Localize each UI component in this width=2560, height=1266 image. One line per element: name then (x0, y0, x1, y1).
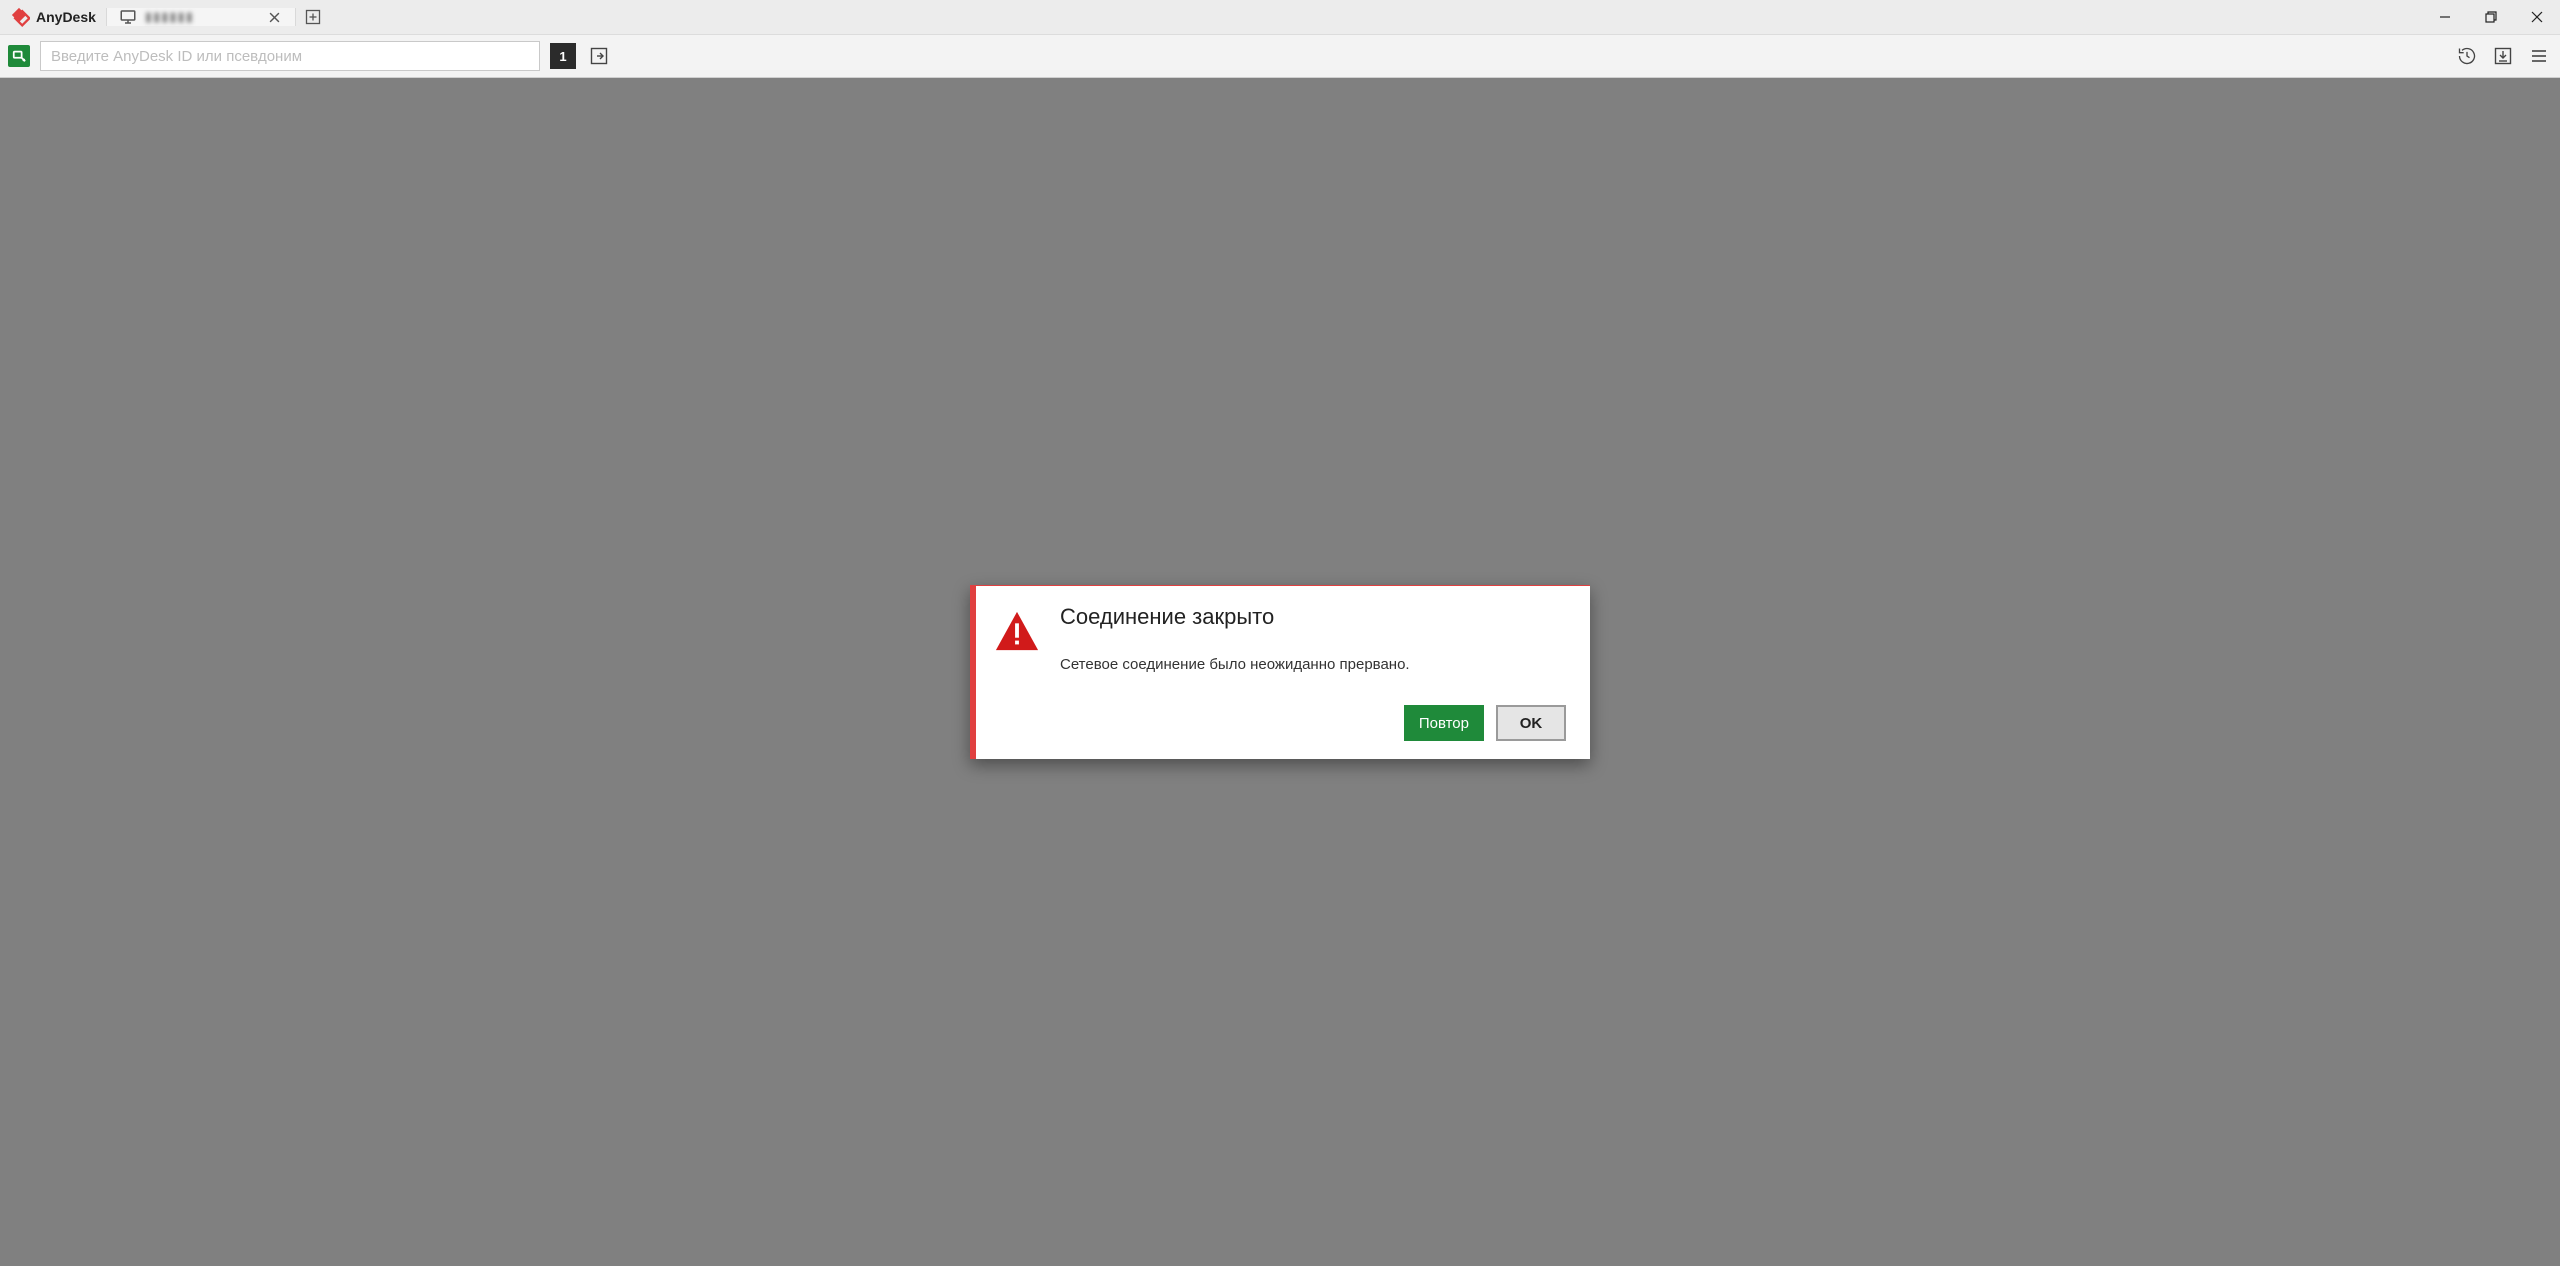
monitor-icon (119, 8, 137, 26)
session-count-badge[interactable]: 1 (550, 43, 576, 69)
ok-button[interactable]: OK (1496, 705, 1566, 741)
retry-button[interactable]: Повтор (1404, 705, 1484, 741)
dialog-title: Соединение закрыто (1060, 604, 1566, 630)
app-logo[interactable]: AnyDesk (0, 6, 106, 28)
dialog-message: Сетевое соединение было неожиданно прерв… (1060, 656, 1566, 673)
connection-status-icon[interactable] (8, 45, 30, 67)
title-bar-left: AnyDesk ▮▮▮▮▮▮ (0, 0, 330, 34)
connect-icon[interactable] (586, 43, 612, 69)
title-bar-drag-region[interactable] (330, 0, 2422, 34)
tab-close-button[interactable] (267, 9, 283, 25)
window-minimize-button[interactable] (2422, 0, 2468, 34)
warning-triangle-icon (994, 604, 1040, 659)
session-tab-label: ▮▮▮▮▮▮ (145, 9, 194, 25)
hamburger-menu-icon[interactable] (2526, 43, 2552, 69)
session-tab[interactable]: ▮▮▮▮▮▮ (106, 8, 296, 26)
dialog-content: Соединение закрыто Сетевое соединение бы… (1060, 604, 1566, 741)
dialog-body: Соединение закрыто Сетевое соединение бы… (976, 586, 1590, 759)
anydesk-logo-icon (8, 6, 30, 28)
app-name: AnyDesk (36, 9, 96, 25)
connection-closed-dialog: Соединение закрыто Сетевое соединение бы… (970, 585, 1590, 759)
toolbar: 1 (0, 34, 2560, 78)
session-count-value: 1 (559, 49, 566, 64)
download-icon[interactable] (2490, 43, 2516, 69)
ok-button-label: OK (1520, 715, 1543, 732)
window-close-button[interactable] (2514, 0, 2560, 34)
history-icon[interactable] (2454, 43, 2480, 69)
remote-viewport[interactable]: Соединение закрыто Сетевое соединение бы… (0, 78, 2560, 1266)
address-input[interactable] (40, 41, 540, 71)
new-tab-button[interactable] (296, 9, 330, 25)
title-bar: AnyDesk ▮▮▮▮▮▮ (0, 0, 2560, 34)
retry-button-label: Повтор (1419, 715, 1469, 732)
window-maximize-button[interactable] (2468, 0, 2514, 34)
dialog-button-row: Повтор OK (1060, 705, 1566, 741)
window-controls (2422, 0, 2560, 34)
